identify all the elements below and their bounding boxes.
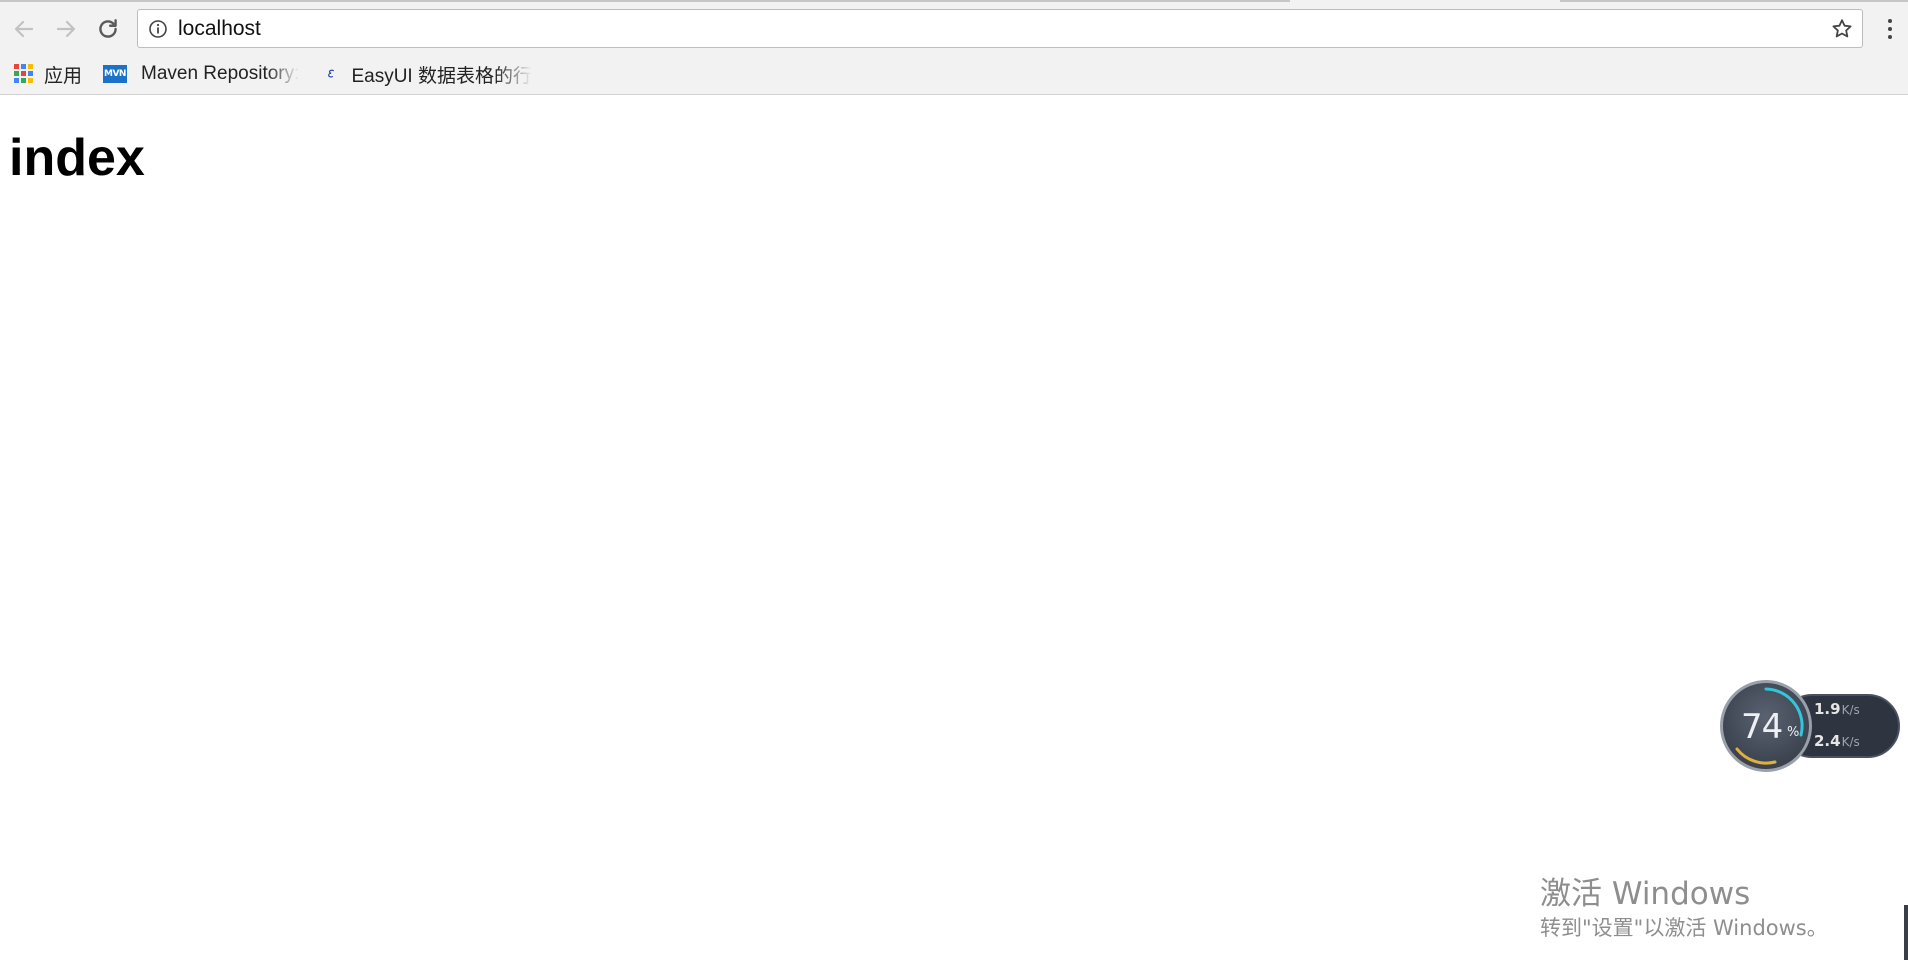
cpu-percent-sign: % [1787,725,1800,740]
tab-strip-line [1560,0,1908,2]
forward-arrow-icon [56,20,76,38]
browser-toolbar: 应用 MVN Maven Repository: EasyUI 数据表格的行 [0,0,1908,95]
bookmarks-bar: 应用 MVN Maven Repository: EasyUI 数据表格的行 [0,55,1908,91]
info-icon[interactable] [148,19,168,39]
page-heading: index [9,129,145,187]
upload-speed-unit: K/s [1841,703,1860,717]
back-arrow-icon [14,20,34,38]
address-bar[interactable] [137,9,1863,48]
star-icon[interactable] [1830,17,1854,41]
reload-button[interactable] [92,13,124,45]
bookmark-label: Maven Repository: [141,63,300,84]
network-speed-widget[interactable]: 1.9 K/s 2.4 K/s 74 % [1720,680,1902,776]
reload-icon [99,19,117,38]
watermark-title: 激活 Windows [1540,876,1751,912]
tab-strip-line [0,0,1290,2]
apps-grid-icon [14,64,34,84]
cpu-percent-value: 74 [1741,707,1783,747]
back-button[interactable] [8,13,40,45]
download-speed-unit: K/s [1841,735,1860,749]
easyui-logo-icon [328,69,334,78]
window-edge [1904,905,1908,960]
bookmark-easyui[interactable]: EasyUI 数据表格的行 [327,61,532,87]
kebab-menu-button[interactable] [1880,14,1900,44]
cpu-usage-gauge[interactable]: 74 % [1720,680,1812,772]
upload-speed: 1.9 K/s [1814,700,1860,722]
tab-strip-edge [0,0,1908,8]
watermark-subtitle: 转到"设置"以激活 Windows。 [1540,916,1828,940]
bookmark-apps[interactable]: 应用 [14,61,82,87]
bookmark-maven-repository[interactable]: MVN Maven Repository: [103,61,308,87]
forward-button[interactable] [50,13,82,45]
menu-dot [1888,35,1892,39]
upload-speed-value: 1.9 [1814,700,1841,718]
bookmark-label: EasyUI 数据表格的行 [351,65,532,87]
url-input[interactable] [178,16,1778,42]
bookmark-label: 应用 [44,65,83,87]
download-speed: 2.4 K/s [1814,732,1860,754]
menu-dot [1888,27,1892,31]
activate-windows-watermark: 激活 Windows 转到"设置"以激活 Windows。 [1540,874,1828,942]
mvn-icon: MVN [103,65,127,83]
download-speed-value: 2.4 [1814,732,1841,750]
kebab-menu-icon [1888,19,1892,23]
